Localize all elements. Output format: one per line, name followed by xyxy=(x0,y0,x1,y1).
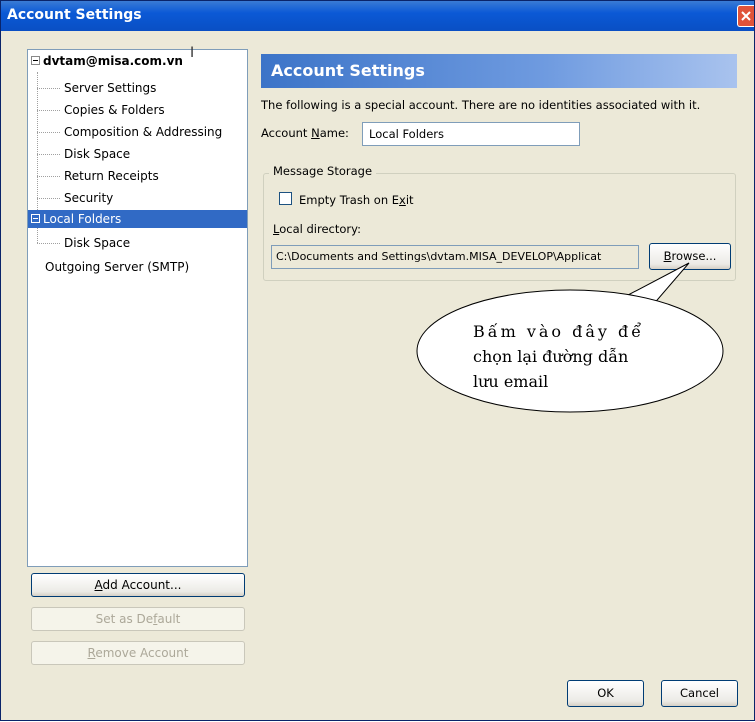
callout-line: lưu email xyxy=(473,372,549,391)
cancel-button[interactable]: Cancel xyxy=(661,680,738,707)
callout-line: Bấm vào đây để xyxy=(473,322,645,341)
callout-text: Bấm vào đây để chọn lại đường dẫn lưu em… xyxy=(473,319,683,394)
callout-line: chọn lại đường dẫn xyxy=(473,347,629,366)
ok-button[interactable]: OK xyxy=(567,680,644,707)
account-settings-window: Account Settings dvtam@misa.com.vn Serve… xyxy=(0,0,755,721)
